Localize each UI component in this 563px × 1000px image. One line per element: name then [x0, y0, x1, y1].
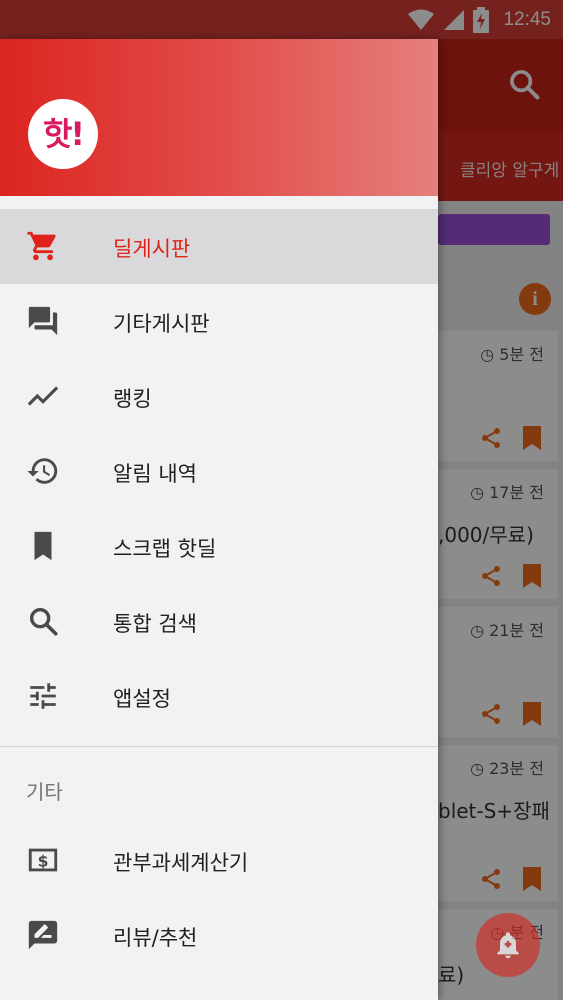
- drawer-header: 핫!: [0, 39, 438, 196]
- menu-label: 관부과세계산기: [113, 851, 249, 875]
- history-icon: [27, 458, 58, 484]
- menu-item-scrap-deals[interactable]: 스크랩 핫딜: [0, 509, 438, 584]
- menu-item-deal-board[interactable]: 딜게시판: [0, 209, 438, 284]
- svg-text:$: $: [38, 852, 49, 870]
- menu-label: 랭킹: [113, 387, 152, 411]
- notification-add-icon: [497, 932, 519, 959]
- menu-item-ranking[interactable]: 랭킹: [0, 359, 438, 434]
- menu-label: 앱설정: [113, 687, 171, 711]
- navigation-drawer: 핫! 딜게시판 기타게시판 랭킹 알림 내역 스크랩 핫딜 통합 검색 앱설정 …: [0, 39, 438, 1000]
- menu-item-integrated-search[interactable]: 통합 검색: [0, 584, 438, 659]
- menu-label: 알림 내역: [113, 462, 197, 486]
- shopping-cart-icon: [27, 231, 56, 261]
- alert-fab-button[interactable]: [476, 913, 540, 977]
- menu-item-review-recommend[interactable]: 리뷰/추천: [0, 898, 438, 973]
- menu-item-notification-history[interactable]: 알림 내역: [0, 434, 438, 509]
- menu-item-other-board[interactable]: 기타게시판: [0, 284, 438, 359]
- menu-item-customs-calculator[interactable]: $ 관부과세계산기: [0, 823, 438, 898]
- forum-icon: [28, 306, 58, 336]
- app-logo: 핫!: [28, 99, 98, 169]
- tune-icon: [30, 683, 56, 709]
- bookmark-icon: [34, 531, 52, 561]
- calculator-icon: $: [28, 848, 58, 872]
- menu-label: 리뷰/추천: [113, 926, 198, 950]
- menu-label: 통합 검색: [113, 612, 197, 636]
- drawer-divider: [0, 746, 438, 747]
- rate-review-icon: [28, 920, 58, 950]
- trending-icon: [27, 386, 59, 406]
- menu-label: 스크랩 핫딜: [113, 537, 217, 561]
- menu-label: 딜게시판: [113, 237, 191, 261]
- menu-item-app-settings[interactable]: 앱설정: [0, 659, 438, 734]
- menu-label: 기타게시판: [113, 312, 210, 336]
- section-label-etc: 기타: [26, 780, 63, 804]
- search-icon: [29, 607, 58, 636]
